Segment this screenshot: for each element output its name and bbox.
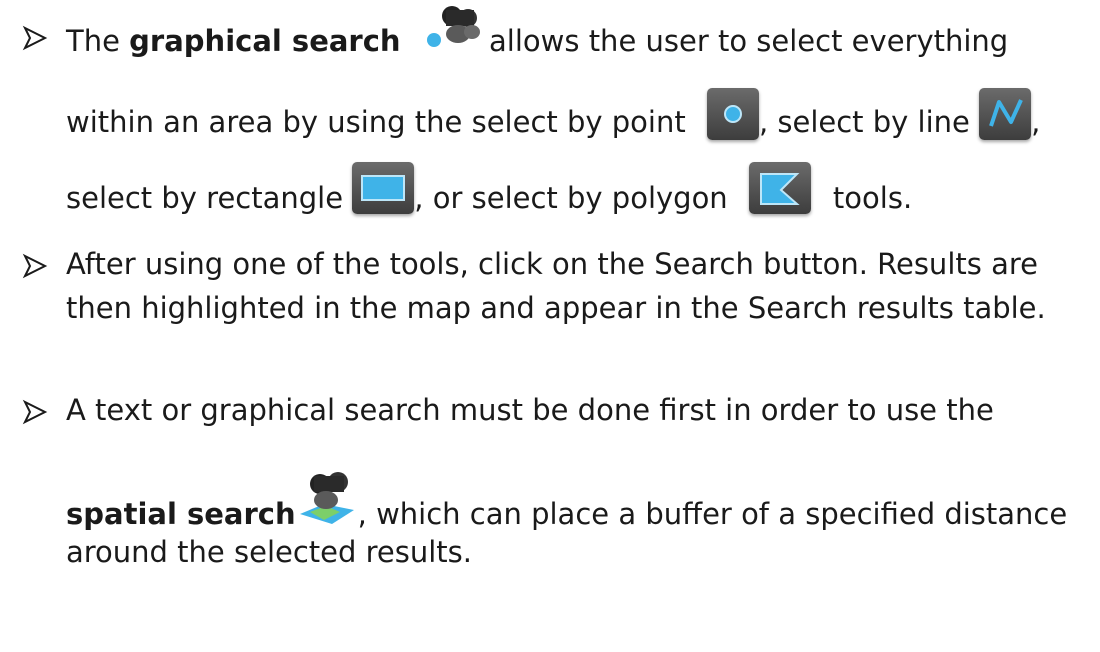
paragraph-1-line-2: within an area by using the select by po… <box>66 88 1041 150</box>
paragraph-3-line-3: around the selected results. <box>66 535 472 569</box>
select-polygon-icon[interactable] <box>748 162 811 214</box>
text: , which can place a buffer of a specifie… <box>357 497 1068 531</box>
bullet-arrow-icon <box>22 252 56 286</box>
text: , <box>1031 105 1041 139</box>
binoculars-point-icon[interactable] <box>410 4 480 54</box>
text: The <box>66 24 130 58</box>
binoculars-map-icon[interactable] <box>296 470 358 526</box>
select-point-icon[interactable] <box>706 88 759 140</box>
text: , or select by polygon <box>414 181 728 215</box>
graphical-search-term: graphical search <box>129 24 401 58</box>
paragraph-1-line-1: The graphical search allows the user to … <box>66 6 1009 68</box>
paragraph-2-line-1: After using one of the tools, click on t… <box>66 247 1038 281</box>
select-rectangle-icon[interactable] <box>352 162 415 214</box>
text: allows the user to select everything <box>489 24 1009 58</box>
paragraph-2-line-2: then highlighted in the map and appear i… <box>66 291 1046 325</box>
text: select by rectangle <box>66 181 344 215</box>
paragraph-3-line-1: A text or graphical search must be done … <box>66 393 994 427</box>
text: within an area by using the select by po… <box>66 105 686 139</box>
bullet-arrow-icon <box>22 398 56 432</box>
bullet-arrow-icon <box>22 24 56 58</box>
text: , select by line <box>758 105 970 139</box>
select-line-icon[interactable] <box>979 88 1032 140</box>
paragraph-1-line-3: select by rectangle , or select by polyg… <box>66 162 913 226</box>
spatial-search-term: spatial search <box>66 497 296 531</box>
text: tools. <box>832 181 913 215</box>
